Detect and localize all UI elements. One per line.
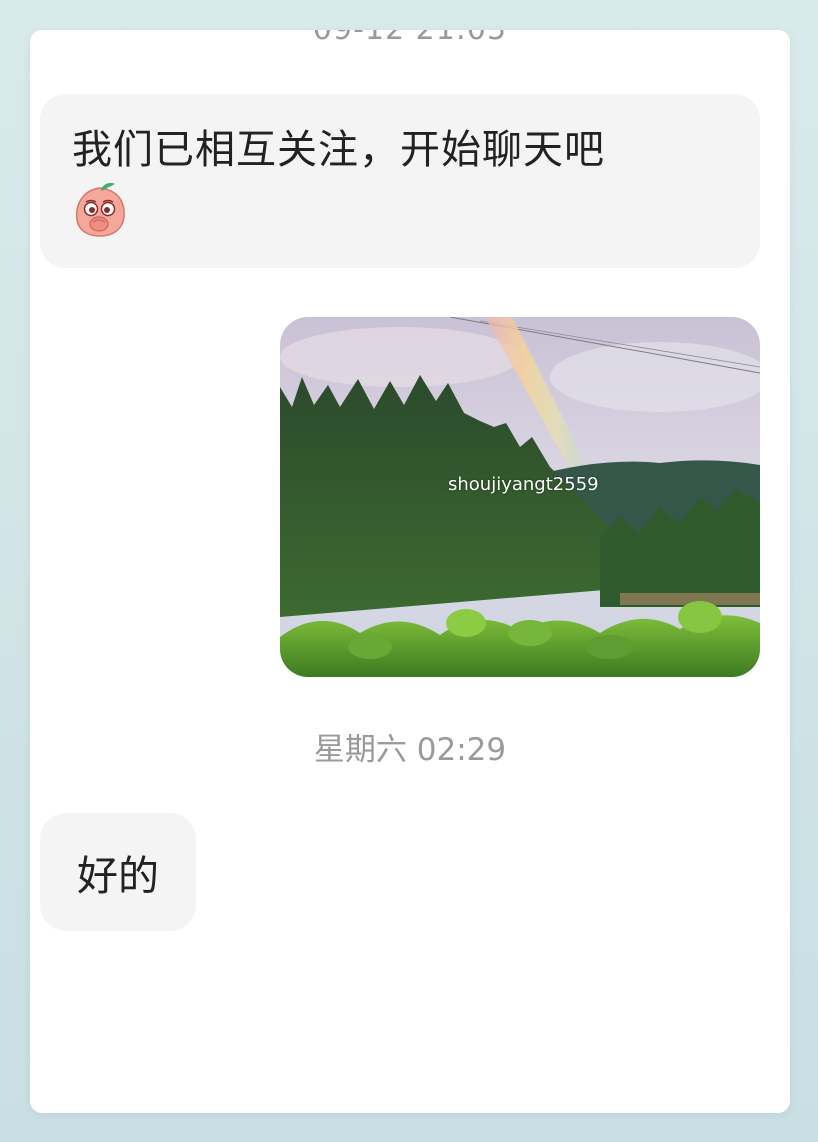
photo-message[interactable]: shoujiyangt2559 [280,317,760,677]
message-text: 我们已相互关注，开始聊天吧 [72,127,605,173]
timestamp-mid: 星期六 02:29 [313,732,507,768]
photo-watermark: shoujiyangt2559 [448,474,599,495]
message-bubble-reply[interactable]: 好的 [40,813,196,931]
chat-card: 09-12 21:05 我们已相互关注，开始聊天吧 [30,30,790,1113]
message-text: 好的 [77,852,159,900]
message-bubble-received[interactable]: 我们已相互关注，开始聊天吧 [40,94,760,268]
peach-emoji-icon [75,182,125,237]
forest-rainbow-photo [280,317,760,677]
timestamp-top: 09-12 21:05 [30,30,790,47]
